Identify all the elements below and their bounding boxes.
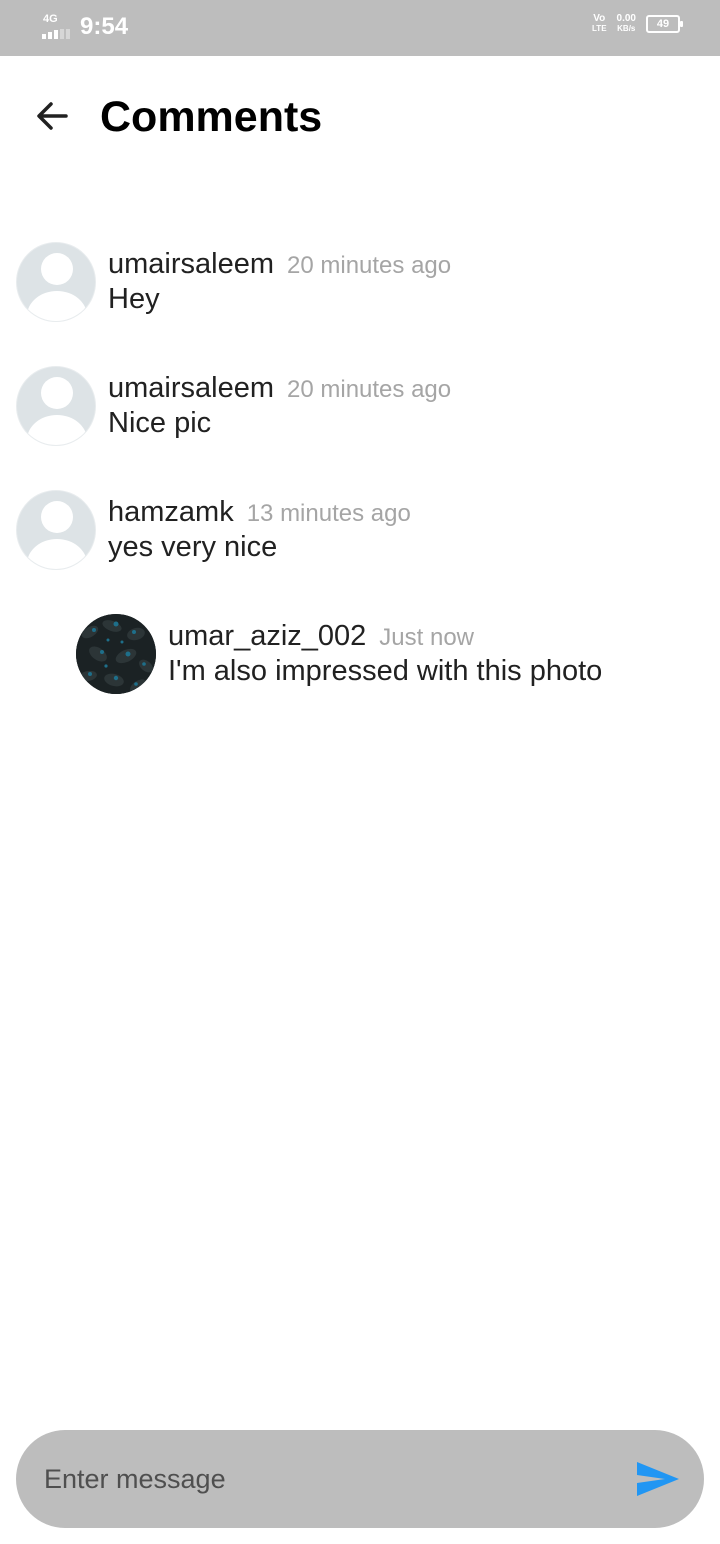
back-button[interactable] [28,92,76,140]
battery-level: 49 [656,17,670,30]
status-left: 4G 9:54 [40,12,128,42]
comment-username[interactable]: umairsaleem [108,246,274,282]
message-composer [16,1430,704,1528]
signal-icon: 4G [40,12,74,42]
page-title: Comments [100,93,323,141]
profile-photo-icon [76,614,156,694]
avatar[interactable] [16,366,96,446]
comment-username[interactable]: umar_aziz_002 [168,618,366,654]
comment-timestamp: 13 minutes ago [246,500,411,527]
comment-text: Nice pic [108,407,212,439]
comment-username[interactable]: hamzamk [108,494,234,530]
comment-list: umairsaleem 20 minutes ago Hey umairsale… [0,242,720,738]
comment-item: hamzamk 13 minutes ago yes very nice [0,490,720,614]
comment-body: umairsaleem 20 minutes ago Nice pic [108,370,451,440]
comment-timestamp: 20 minutes ago [287,376,452,403]
comment-body: umairsaleem 20 minutes ago Hey [108,246,451,316]
battery-icon: 49 [646,14,683,33]
comment-username[interactable]: umairsaleem [108,370,274,406]
comment-text: Hey [108,283,160,315]
avatar[interactable] [16,490,96,570]
comment-timestamp: 20 minutes ago [287,252,452,279]
comment-body: umar_aziz_002 Just now I'm also impresse… [168,618,602,688]
comment-body: hamzamk 13 minutes ago yes very nice [108,494,411,564]
status-time: 9:54 [80,13,129,40]
status-bar: 4G 9:54 Vo LTE 0.00 KB/s 49 [0,0,720,56]
status-right: Vo LTE 0.00 KB/s 49 [592,13,683,34]
network-speed: 0.00 KB/s [616,13,636,34]
comment-item: umairsaleem 20 minutes ago Hey [0,242,720,366]
reply-comment-item: umar_aziz_002 Just now I'm also impresse… [0,614,720,738]
comment-timestamp: Just now [379,624,475,651]
send-button[interactable] [630,1454,686,1504]
avatar[interactable] [76,614,156,694]
send-icon [637,1462,679,1496]
avatar[interactable] [16,242,96,322]
comment-text: I'm also impressed with this photo [168,655,603,687]
arrow-left-icon [37,102,68,130]
comment-item: umairsaleem 20 minutes ago Nice pic [0,366,720,490]
message-input[interactable] [44,1454,614,1504]
network-type: 4G [43,13,58,25]
comment-text: yes very nice [108,531,278,563]
volte-indicator: Vo LTE [592,13,607,34]
app-bar: Comments [0,56,720,180]
